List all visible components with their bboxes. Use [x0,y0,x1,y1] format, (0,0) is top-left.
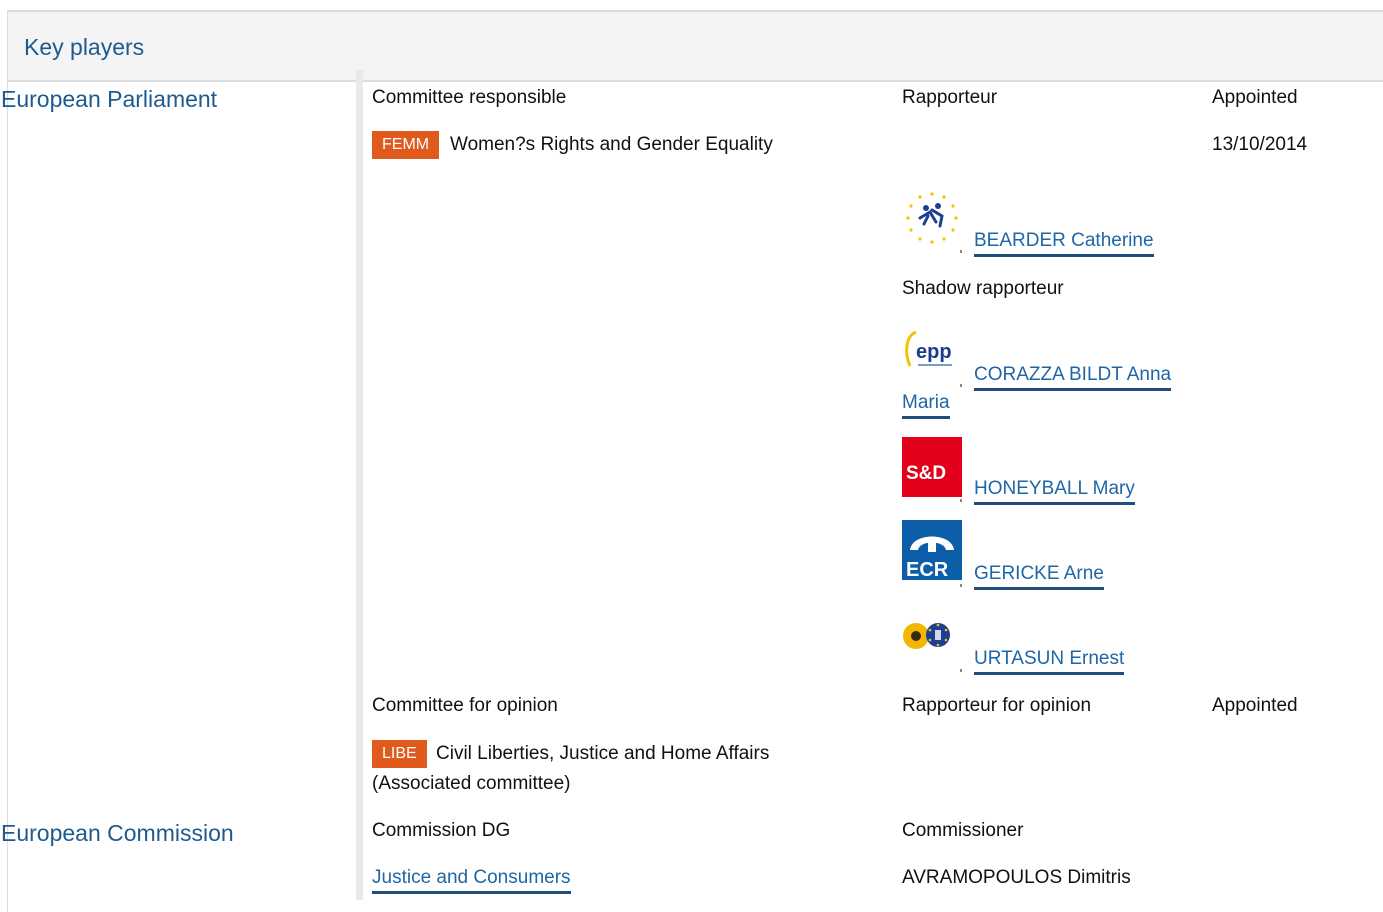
header-appointed: Appointed [1212,87,1298,108]
greens-efa-logo-icon [903,623,950,649]
committee-badge-femm: FEMM [372,131,440,159]
opinion-committee-note: (Associated committee) [372,773,571,794]
column-divider [356,70,363,900]
commission-dg-link[interactable]: Justice and Consumers [372,867,571,894]
header-commission-dg: Commission DG [372,820,511,841]
header-committee-responsible: Committee responsible [372,87,567,108]
shadow-rapporteur-label: Shadow rapporteur [902,278,1064,299]
panel-header: Key players [8,12,1383,82]
logo-tick [960,669,962,672]
header-committee-opinion: Committee for opinion [372,695,558,716]
sd-logo-icon: S&D [902,437,962,497]
committee-name: Women?s Rights and Gender Equality [450,134,773,155]
logo-tick [960,584,962,587]
commissioner-name: AVRAMOPOULOS Dimitris [902,867,1131,888]
header-rapporteur: Rapporteur [902,87,998,108]
panel-title: Key players [24,34,145,60]
shadow-link-corazza-line2[interactable]: Maria [902,392,950,419]
shadow-link-honeyball[interactable]: HONEYBALL Mary [974,478,1135,505]
logo-tick [960,250,962,253]
epp-logo-icon: epp [902,322,962,382]
section-european-parliament: European Parliament [1,86,218,112]
shadow-link-gericke[interactable]: GERICKE Arne [974,563,1104,590]
svg-text:epp: epp [916,341,952,363]
rapporteur-link[interactable]: BEARDER Catherine [974,230,1154,257]
header-rapporteur-opinion: Rapporteur for opinion [902,695,1092,716]
opinion-committee-name: Civil Liberties, Justice and Home Affair… [436,743,770,764]
shadow-link-corazza-line1[interactable]: CORAZZA BILDT Anna [974,364,1172,391]
committee-badge-libe: LIBE [372,740,427,768]
header-appointed-opinion: Appointed [1212,695,1298,716]
svg-text:S&D: S&D [906,463,946,484]
logo-tick [960,499,962,502]
header-commissioner: Commissioner [902,820,1024,841]
alde-logo-icon [906,192,958,244]
logo-tick [960,384,962,387]
svg-text:ECR: ECR [906,559,949,580]
shadow-link-urtasun[interactable]: URTASUN Ernest [974,648,1125,675]
appointed-date: 13/10/2014 [1212,134,1308,155]
section-european-commission: European Commission [1,820,234,846]
ecr-logo-icon: ECR [902,520,962,580]
